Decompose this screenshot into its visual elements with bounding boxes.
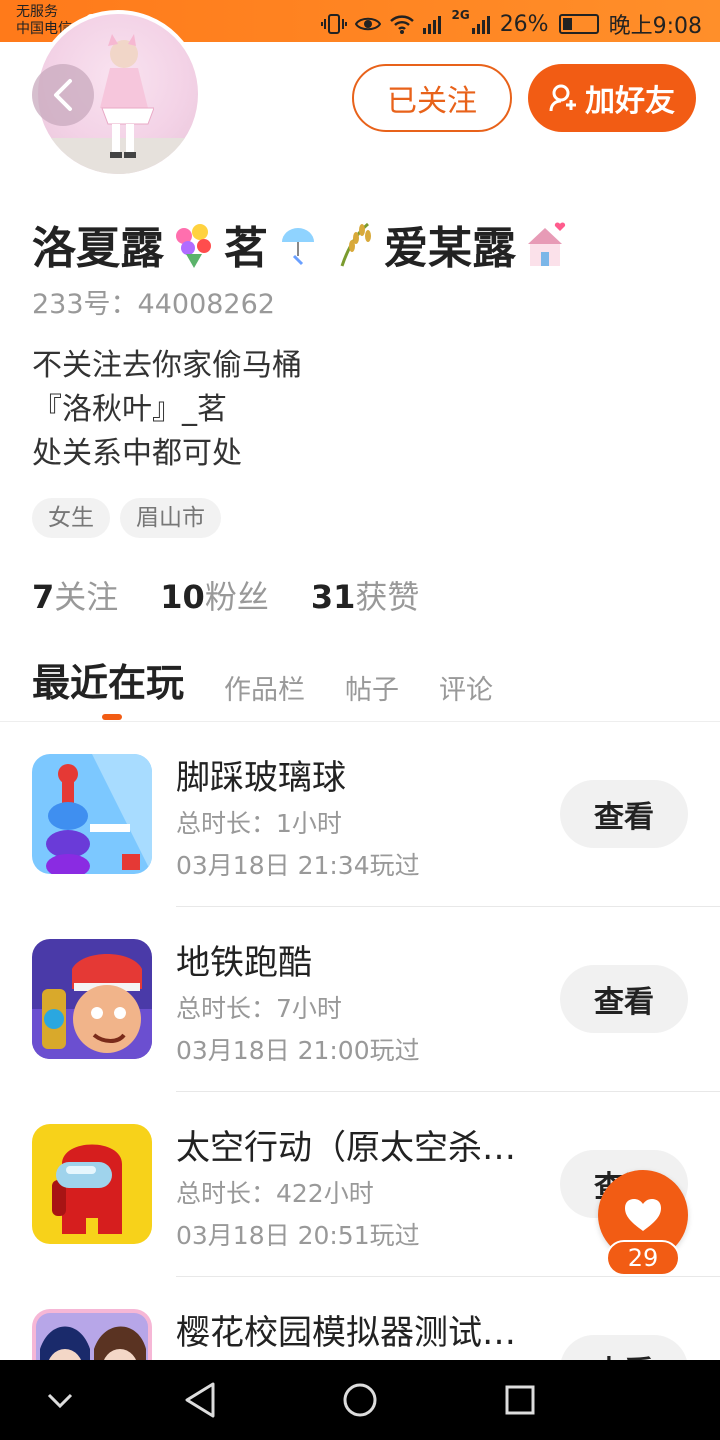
game-duration: 总时长：7小时 (176, 994, 342, 1023)
rice-emoji-icon (328, 218, 380, 270)
fans-count: 10 (160, 578, 205, 616)
bio: 不关注去你家偷马桶 『洛秋叶』_茗 处关系中都可处 (32, 344, 302, 476)
wifi-icon (389, 13, 415, 35)
following-stat[interactable]: 7关注 (32, 572, 118, 618)
like-count: 29 (606, 1240, 680, 1276)
clock: 晚上9:08 (608, 14, 702, 39)
nav-back-button[interactable] (178, 1378, 222, 1422)
game-duration: 总时长：422小时 (176, 1179, 374, 1208)
game-last-played: 03月18日 20:51玩过 (176, 1221, 420, 1250)
game-title: 樱花校园模拟器测试… (176, 1313, 516, 1353)
following-count: 7 (32, 578, 55, 616)
tag-gender: 女生 (32, 498, 110, 538)
system-navigation-bar (0, 1360, 720, 1440)
signal-icon-1 (423, 14, 442, 34)
vibrate-icon (321, 13, 348, 35)
tab-recently-played[interactable]: 最近在玩 (32, 652, 184, 707)
game-last-played: 03月18日 21:34玩过 (176, 851, 420, 880)
tab-works[interactable]: 作品栏 (224, 668, 305, 707)
name-part-1: 洛夏露 (32, 223, 164, 274)
profile-tabs: 最近在玩 作品栏 帖子 评论 (32, 652, 493, 707)
bouquet-emoji-icon (168, 218, 220, 270)
game-title: 脚踩玻璃球 (176, 758, 346, 798)
profile-tags: 女生 眉山市 (32, 498, 221, 538)
game-icon-space-action (32, 1124, 152, 1244)
nav-home-button[interactable] (338, 1378, 382, 1422)
network-type: 2G (451, 8, 470, 22)
divider (176, 1091, 720, 1092)
likes-stat[interactable]: 31获赞 (311, 572, 420, 618)
user-id: 233号：44008262 (32, 289, 275, 320)
circle-home-icon (343, 1383, 377, 1417)
game-icon-subway-surfers (32, 939, 152, 1059)
followed-button[interactable]: 已关注 (352, 64, 512, 132)
bio-line: 处关系中都可处 (32, 436, 242, 471)
square-recents-icon (505, 1385, 535, 1415)
status-icons: 2G 26% 晚上9:08 (321, 8, 702, 40)
profile-stats: 7关注 10粉丝 31获赞 (32, 572, 419, 618)
fans-label: 粉丝 (204, 578, 269, 616)
tab-comments[interactable]: 评论 (439, 668, 493, 707)
nav-recents-button[interactable] (498, 1378, 542, 1422)
signal-icon-2 (471, 14, 490, 34)
list-item[interactable]: 脚踩玻璃球 总时长：1小时 03月18日 21:34玩过 查看 (0, 754, 720, 939)
back-button[interactable] (32, 64, 94, 126)
add-friend-button[interactable]: 加好友 (528, 64, 696, 132)
tab-posts[interactable]: 帖子 (345, 668, 399, 707)
likes-label: 获赞 (355, 578, 420, 616)
view-button[interactable]: 查看 (560, 780, 688, 848)
game-icon-glass-ball (32, 754, 152, 874)
likes-count: 31 (310, 578, 356, 616)
chevron-down-icon (47, 1393, 73, 1409)
profile-name: 洛夏露 茗 爱某露 (32, 212, 572, 276)
view-button[interactable]: 查看 (560, 965, 688, 1033)
divider (176, 906, 720, 907)
carrier-line1: 无服务 (16, 4, 58, 20)
divider (176, 1276, 720, 1277)
battery-icon (558, 14, 599, 34)
battery-percent: 26% (499, 11, 549, 37)
fans-stat[interactable]: 10粉丝 (160, 572, 269, 618)
bio-line: 不关注去你家偷马桶 (32, 348, 302, 383)
eye-icon (355, 13, 382, 35)
bio-line: 『洛秋叶』_茗 (32, 392, 227, 427)
name-part-3: 爱某露 (384, 223, 516, 274)
add-friend-label: 加好友 (585, 84, 675, 119)
name-part-2: 茗 (224, 223, 268, 274)
add-user-icon (549, 84, 576, 112)
tag-city: 眉山市 (120, 498, 221, 538)
heart-icon (625, 1199, 661, 1231)
game-title: 地铁跑酷 (176, 943, 312, 983)
game-title: 太空行动（原太空杀… (176, 1128, 516, 1168)
divider (0, 721, 720, 722)
triangle-back-icon (185, 1382, 215, 1418)
wind-chime-emoji-icon (272, 218, 324, 270)
chevron-left-icon (54, 79, 72, 111)
active-tab-indicator (102, 714, 122, 720)
hide-keyboard-button[interactable] (38, 1378, 82, 1422)
game-last-played: 03月18日 21:00玩过 (176, 1036, 420, 1065)
avatar-character-image (100, 34, 154, 158)
following-label: 关注 (54, 578, 119, 616)
game-duration: 总时长：1小时 (176, 809, 342, 838)
wedding-chapel-emoji-icon (520, 218, 572, 270)
list-item[interactable]: 地铁跑酷 总时长：7小时 03月18日 21:00玩过 查看 (0, 939, 720, 1124)
